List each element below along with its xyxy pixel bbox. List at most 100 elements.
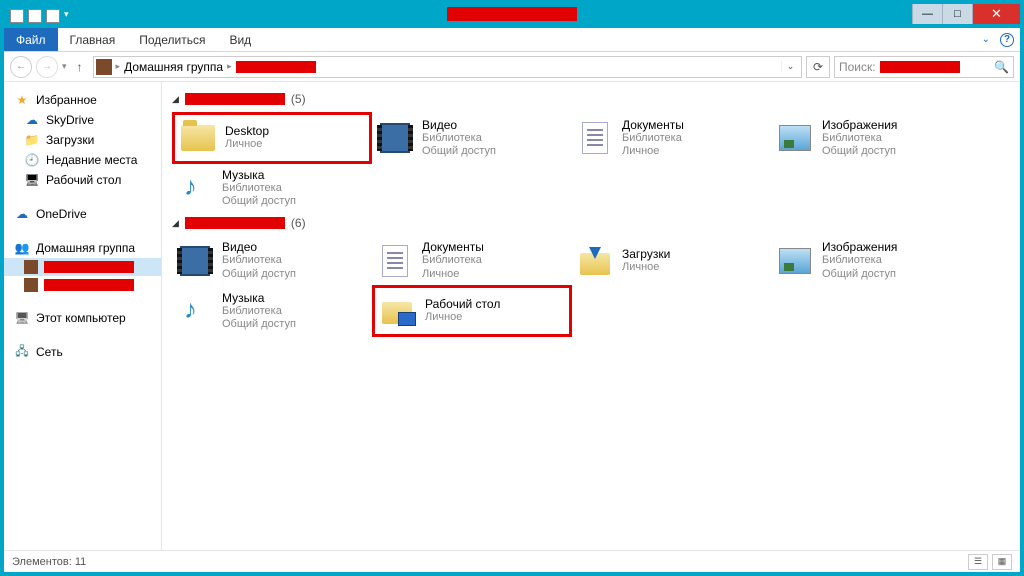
sidebar-network[interactable]: 🖧Сеть: [4, 342, 161, 362]
group-count: (6): [291, 216, 306, 230]
close-button[interactable]: ✕: [972, 4, 1020, 24]
music-icon: [176, 169, 214, 207]
sidebar-onedrive[interactable]: ☁OneDrive: [4, 204, 161, 224]
item-title: Desktop: [225, 124, 269, 138]
folder-item[interactable]: ДокументыБиблиотекаЛичное: [572, 112, 772, 164]
refresh-button[interactable]: ⟳: [806, 56, 830, 78]
item-subtitle: Личное: [425, 311, 500, 324]
sidebar-homegroup[interactable]: 👥Домашняя группа: [4, 238, 161, 258]
view-icons-button[interactable]: ▦: [992, 554, 1012, 570]
item-title: Музыка: [222, 291, 296, 305]
titlebar[interactable]: ▾ — □ ✕: [4, 4, 1020, 28]
user-icon: [24, 260, 38, 274]
nav-pane: ★Избранное ☁SkyDrive 📁Загрузки 🕘Недавние…: [4, 82, 162, 550]
sidebar-user[interactable]: [4, 258, 161, 276]
breadcrumb-sep-icon[interactable]: ▸: [114, 61, 123, 72]
item-subtitle: Библиотека: [622, 132, 684, 145]
minimize-button[interactable]: —: [912, 4, 942, 24]
homegroup-icon: 👥: [14, 240, 30, 256]
item-subtitle: Библиотека: [222, 305, 296, 318]
recent-icon: 🕘: [24, 152, 40, 168]
desktop-icon: [379, 292, 417, 330]
item-subtitle: Личное: [622, 261, 670, 274]
status-text: Элементов: 11: [12, 556, 86, 568]
items-grid: ВидеоБиблиотекаОбщий доступДокументыБибл…: [172, 236, 1010, 336]
forward-button[interactable]: →: [36, 56, 58, 78]
star-icon: ★: [14, 92, 30, 108]
network-icon: 🖧: [14, 344, 30, 360]
group-header[interactable]: ◢ (5): [172, 92, 1010, 106]
ribbon-tab-home[interactable]: Главная: [58, 28, 128, 51]
collapse-icon[interactable]: ◢: [172, 218, 179, 229]
view-details-button[interactable]: ☰: [968, 554, 988, 570]
folder-item[interactable]: ИзображенияБиблиотекаОбщий доступ: [772, 112, 972, 164]
address-dropdown-icon[interactable]: ⌄: [781, 61, 799, 72]
folder-item[interactable]: ЗагрузкиЛичное: [572, 236, 772, 284]
folder-item[interactable]: МузыкаБиблиотекаОбщий доступ: [172, 285, 372, 337]
cloud-icon: ☁: [24, 112, 40, 128]
sidebar-item-desktop[interactable]: 🖥Рабочий стол: [4, 170, 161, 190]
sidebar-user[interactable]: [4, 276, 161, 294]
search-icon[interactable]: 🔍: [994, 60, 1009, 74]
navbar: ← → ▾ ↑ ▸ Домашняя группа ▸ ⌄ ⟳ Поиск: 🔍: [4, 52, 1020, 82]
item-subtitle: Общий доступ: [222, 195, 296, 208]
items-grid: DesktopЛичноеВидеоБиблиотекаОбщий доступ…: [172, 112, 1010, 212]
item-title: Документы: [422, 240, 484, 254]
sidebar-favorites[interactable]: ★Избранное: [4, 90, 161, 110]
status-bar: Элементов: 11 ☰ ▦: [4, 550, 1020, 572]
qat-dropdown-icon[interactable]: ▾: [64, 9, 69, 23]
item-title: Изображения: [822, 240, 897, 254]
qat-icon[interactable]: [28, 9, 42, 23]
item-subtitle: Библиотека: [422, 132, 496, 145]
breadcrumb-root[interactable]: Домашняя группа: [124, 60, 223, 74]
maximize-button[interactable]: □: [942, 4, 972, 24]
address-bar[interactable]: ▸ Домашняя группа ▸ ⌄: [93, 56, 802, 78]
sidebar-computer[interactable]: 🖥Этот компьютер: [4, 308, 161, 328]
group-name-redacted: [185, 93, 285, 105]
ribbon-tab-share[interactable]: Поделиться: [127, 28, 217, 51]
item-title: Рабочий стол: [425, 297, 500, 311]
up-button[interactable]: ↑: [71, 58, 89, 76]
folder-item[interactable]: ДокументыБиблиотекаЛичное: [372, 236, 572, 284]
history-dropdown-icon[interactable]: ▾: [62, 61, 67, 72]
item-subtitle: Библиотека: [222, 254, 296, 267]
item-subtitle: Общий доступ: [822, 145, 897, 158]
collapse-icon[interactable]: ◢: [172, 94, 179, 105]
item-subtitle: Личное: [225, 138, 269, 151]
help-icon[interactable]: ?: [1000, 33, 1014, 47]
folder-item[interactable]: ВидеоБиблиотекаОбщий доступ: [172, 236, 372, 284]
folder-item[interactable]: МузыкаБиблиотекаОбщий доступ: [172, 164, 372, 212]
qat-icon[interactable]: [46, 9, 60, 23]
ribbon-tab-view[interactable]: Вид: [217, 28, 263, 51]
ribbon: Файл Главная Поделиться Вид ⌄ ?: [4, 28, 1020, 52]
folder-icon: 📁: [24, 132, 40, 148]
ribbon-expand-icon[interactable]: ⌄: [982, 34, 990, 45]
sidebar-item-downloads[interactable]: 📁Загрузки: [4, 130, 161, 150]
folder-item[interactable]: DesktopЛичное: [172, 112, 372, 164]
video-icon: [176, 242, 214, 280]
folder-item[interactable]: ВидеоБиблиотекаОбщий доступ: [372, 112, 572, 164]
content-pane[interactable]: ◢(5)DesktopЛичноеВидеоБиблиотекаОбщий до…: [162, 82, 1020, 550]
item-title: Загрузки: [622, 247, 670, 261]
folder-item[interactable]: ИзображенияБиблиотекаОбщий доступ: [772, 236, 972, 284]
search-label: Поиск:: [839, 60, 876, 74]
search-box[interactable]: Поиск: 🔍: [834, 56, 1014, 78]
item-subtitle: Общий доступ: [222, 268, 296, 281]
item-subtitle: Библиотека: [822, 132, 897, 145]
sidebar-item-skydrive[interactable]: ☁SkyDrive: [4, 110, 161, 130]
location-icon: [96, 59, 112, 75]
folder-item[interactable]: Рабочий столЛичное: [372, 285, 572, 337]
item-subtitle: Библиотека: [222, 182, 296, 195]
desktop-icon: 🖥: [24, 172, 40, 188]
item-title: Документы: [622, 118, 684, 132]
group-count: (5): [291, 92, 306, 106]
breadcrumb-sep-icon[interactable]: ▸: [225, 61, 234, 72]
group-header[interactable]: ◢ (6): [172, 216, 1010, 230]
sidebar-item-recent[interactable]: 🕘Недавние места: [4, 150, 161, 170]
computer-icon: 🖥: [14, 310, 30, 326]
back-button[interactable]: ←: [10, 56, 32, 78]
item-title: Музыка: [222, 168, 296, 182]
breadcrumb-redacted[interactable]: [236, 61, 316, 73]
qat-icon[interactable]: [10, 9, 24, 23]
ribbon-file-tab[interactable]: Файл: [4, 28, 58, 51]
